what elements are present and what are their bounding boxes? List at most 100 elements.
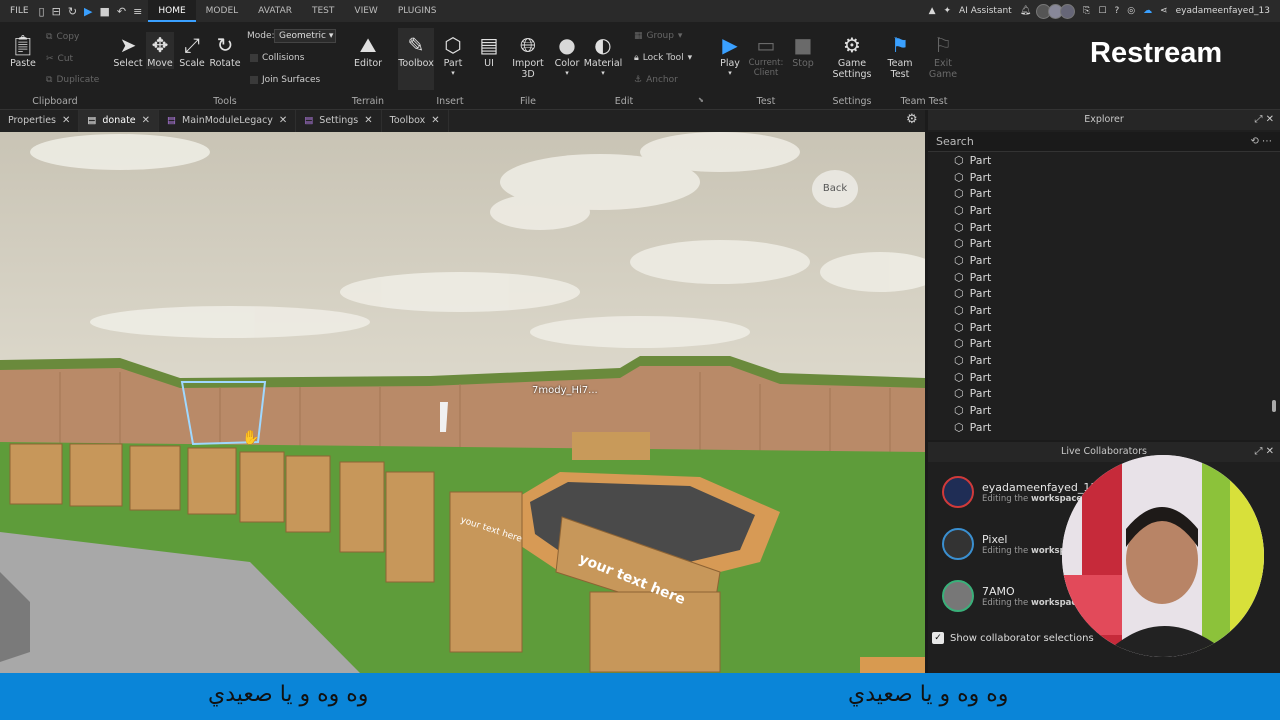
tree-item-part[interactable]: ⬡ Part xyxy=(954,302,1280,319)
explorer-scrollbar[interactable] xyxy=(1272,400,1276,412)
anchor-button[interactable]: ⚓︎ Anchor xyxy=(634,75,678,85)
tree-item-part[interactable]: ⬡ Part xyxy=(954,202,1280,219)
clipboard-icon: 📋︎ xyxy=(10,33,36,57)
tree-item-label: Part xyxy=(969,320,992,334)
stop-button[interactable]: ■ Stop xyxy=(790,32,816,69)
show-selections-toggle[interactable]: ✓ Show collaborator selections xyxy=(932,632,1094,644)
toolbox-button[interactable]: ✎ Toolbox xyxy=(398,28,434,90)
tab-donate[interactable]: ▤ donate ✕ xyxy=(79,110,160,132)
tab-plugins[interactable]: PLUGINS xyxy=(388,0,447,22)
tree-item-part[interactable]: ⬡ Part xyxy=(954,336,1280,353)
share-icon[interactable]: ⎘ xyxy=(1083,6,1090,16)
close-icon[interactable]: ✕ xyxy=(279,110,287,132)
share-network-icon[interactable]: ⋖ xyxy=(1160,6,1168,16)
tree-item-part[interactable]: ⬡ Part xyxy=(954,252,1280,269)
tree-item-label: Part xyxy=(969,253,992,267)
lock-tool-button[interactable]: 🔒︎ Lock Tool ▾ xyxy=(634,53,692,63)
cloud-icon[interactable]: ☁ xyxy=(1143,6,1152,16)
close-icon[interactable]: ✕ xyxy=(431,110,439,132)
terrain-editor-button[interactable]: ⛰ Editor xyxy=(352,32,384,69)
team-test-button[interactable]: ⚑ Team Test xyxy=(884,32,916,80)
tree-item-part[interactable]: ⬡ Part xyxy=(954,419,1280,436)
team-test-icon: ⚑ xyxy=(891,33,909,57)
back-button[interactable]: Back xyxy=(812,170,858,208)
explorer-search-input[interactable]: Search ⟲ ⋯ xyxy=(928,132,1280,152)
collaborator-avatars[interactable] xyxy=(1036,3,1076,19)
scale-tool[interactable]: ⤢ Scale xyxy=(178,32,206,69)
part-button[interactable]: ⬡ Part ▾ xyxy=(440,32,466,77)
ai-assistant-button[interactable]: AI Assistant xyxy=(959,6,1012,16)
tree-item-part[interactable]: ⬡ Part xyxy=(954,402,1280,419)
tree-item-part[interactable]: ⬡ Part xyxy=(954,152,1280,169)
panel-controls[interactable]: ⤢ ✕ xyxy=(1254,442,1274,462)
tree-item-part[interactable]: ⬡ Part xyxy=(954,269,1280,286)
copy-icon: ⧉ xyxy=(46,32,53,42)
paste-button[interactable]: 📋︎ Paste xyxy=(8,32,38,69)
undo-icon[interactable]: ↶ xyxy=(117,5,126,18)
help-icon[interactable]: ? xyxy=(1114,6,1119,16)
3d-viewport[interactable]: your text here your text here ✋ 7mody_Hi… xyxy=(0,132,925,673)
tab-mainmodulelegacy[interactable]: ▤ MainModuleLegacy ✕ xyxy=(159,110,297,132)
tab-test[interactable]: TEST xyxy=(302,0,344,22)
tab-properties[interactable]: Properties ✕ xyxy=(0,110,80,132)
close-icon[interactable]: ✕ xyxy=(142,110,150,132)
part-icon: ⬡ xyxy=(954,404,964,418)
globe-icon[interactable]: ◎ xyxy=(1127,6,1135,16)
tab-model[interactable]: MODEL xyxy=(196,0,248,22)
tree-item-part[interactable]: ⬡ Part xyxy=(954,386,1280,403)
play-button[interactable]: ▶ Play ▾ xyxy=(716,32,744,77)
tab-settings[interactable]: ▤ Settings ✕ xyxy=(296,110,382,132)
rotate-tool[interactable]: ↻ Rotate xyxy=(209,32,240,69)
exit-game-button[interactable]: ⚐ Exit Game xyxy=(928,32,958,80)
tree-item-part[interactable]: ⬡ Part xyxy=(954,369,1280,386)
current-client-button[interactable]: ▭ Current: Client xyxy=(748,32,784,78)
part-icon: ⬡ xyxy=(954,153,964,167)
chevron-up-icon[interactable]: ▲ xyxy=(929,6,936,16)
new-file-icon[interactable]: ▯ xyxy=(39,5,45,18)
tree-item-part[interactable]: ⬡ Part xyxy=(954,169,1280,186)
tree-item-part[interactable]: ⬡ Part xyxy=(954,286,1280,303)
import-3d-button[interactable]: 🌐︎ Import 3D xyxy=(510,32,546,80)
tree-item-part[interactable]: ⬡ Part xyxy=(954,185,1280,202)
tree-item-part[interactable]: ⬡ Part xyxy=(954,352,1280,369)
close-icon[interactable]: ✕ xyxy=(364,110,372,132)
duplicate-button[interactable]: ⧉ Duplicate xyxy=(46,75,99,85)
checkbox-icon xyxy=(250,54,258,62)
mode-select[interactable]: Geometric ▾ xyxy=(274,29,336,43)
tree-item-part[interactable]: ⬡ Part xyxy=(954,319,1280,336)
tree-item-part[interactable]: ⬡ Part xyxy=(954,235,1280,252)
tab-avatar[interactable]: AVATAR xyxy=(248,0,302,22)
material-button[interactable]: ◐ Material ▾ xyxy=(584,32,623,77)
collaborator-item[interactable]: eyadameenfayed_13 Editing the workspace xyxy=(942,476,1097,508)
expand-edit-icon[interactable]: ⬊ xyxy=(698,96,704,104)
subtitle-left: وه وه و يا صعيدي xyxy=(208,682,369,707)
group-button[interactable]: ▦ Group ▾ xyxy=(634,31,682,41)
quick-play-icon[interactable]: ▶ xyxy=(84,5,92,18)
color-button[interactable]: ● Color ▾ xyxy=(552,32,582,77)
save-icon[interactable]: ⊟ xyxy=(52,5,61,18)
join-surfaces-toggle[interactable]: Join Surfaces xyxy=(250,75,320,85)
collaborator-item[interactable]: 7AMO Editing the workspace xyxy=(942,580,1082,612)
quick-stop-icon[interactable]: ■ xyxy=(100,5,110,18)
select-tool[interactable]: ➤ Select xyxy=(113,32,142,69)
redo-arrow-icon[interactable]: ↻ xyxy=(68,5,77,18)
close-icon[interactable]: ✕ xyxy=(62,110,70,132)
ui-button[interactable]: ▤ UI xyxy=(476,32,502,69)
history-icon[interactable]: ⟲ ⋯ xyxy=(1250,132,1272,152)
tab-toolbox[interactable]: Toolbox ✕ xyxy=(382,110,449,132)
bell-icon[interactable]: 🔔︎ xyxy=(1020,6,1031,16)
file-menu[interactable]: FILE xyxy=(0,6,39,16)
tree-item-part[interactable]: ⬡ Part xyxy=(954,219,1280,236)
collisions-toggle[interactable]: Collisions xyxy=(250,53,304,63)
cut-button[interactable]: ✂ Cut xyxy=(46,54,73,64)
copy-button[interactable]: ⧉ Copy xyxy=(46,32,79,42)
panel-controls[interactable]: ⤢ ✕ xyxy=(1254,110,1274,130)
viewport-settings-icon[interactable]: ⚙ xyxy=(906,112,918,127)
more-icon[interactable]: ≡ xyxy=(133,5,142,18)
chat-icon[interactable]: ☐ xyxy=(1098,6,1106,16)
game-settings-button[interactable]: ⚙ Game Settings xyxy=(833,32,872,80)
tab-view[interactable]: VIEW xyxy=(344,0,387,22)
username[interactable]: eyadameenfayed_13 xyxy=(1176,6,1270,16)
tab-home[interactable]: HOME xyxy=(148,0,196,22)
move-tool[interactable]: ✥ Move xyxy=(146,32,174,69)
